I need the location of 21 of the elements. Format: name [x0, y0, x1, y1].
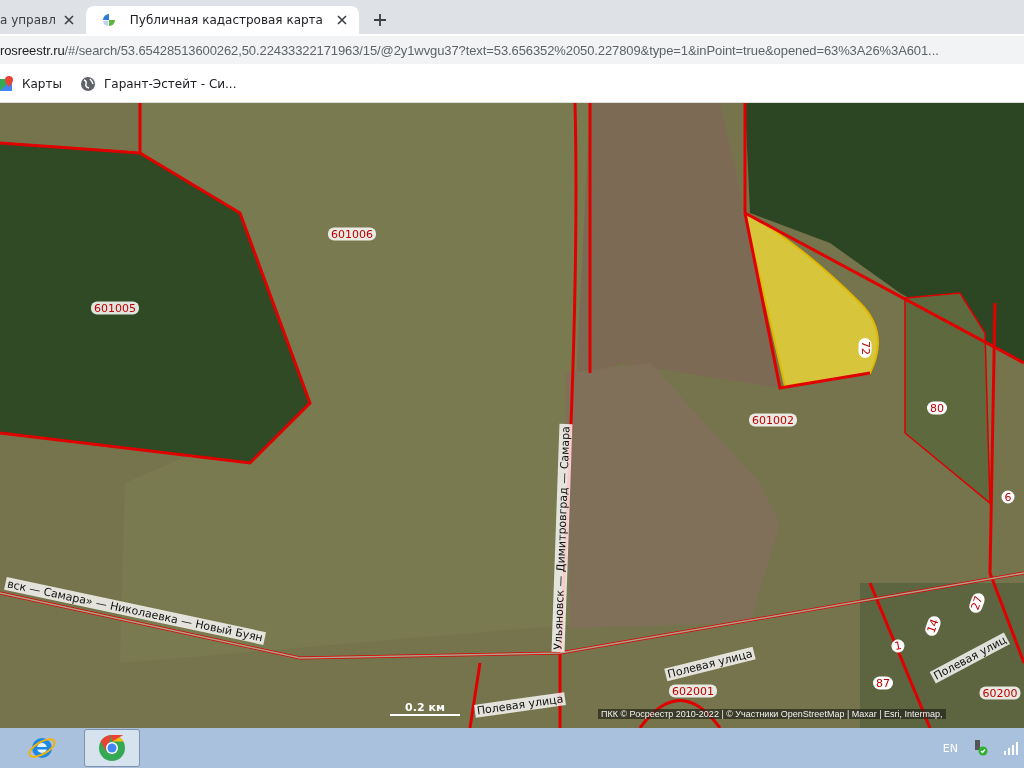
plus-icon[interactable] — [373, 14, 386, 26]
close-icon[interactable] — [63, 15, 74, 25]
block-number: 602001 — [669, 684, 717, 698]
bookmark-link[interactable]: Гарант-Эстейт - Си... — [79, 76, 237, 92]
favicon-icon — [101, 13, 116, 27]
scale-bar: 0.2 км — [390, 701, 460, 716]
browser-tab[interactable]: Публичная кадастровая карта — [85, 6, 359, 34]
taskbar-app-button[interactable] — [84, 729, 140, 767]
address-bar[interactable]: rosreestr.ru/#/search/53.65428513600262,50.22433322171963/15/@2y1wvgu37?text=53.656352%2050.227809&type=1&inPoint=true&opened=63%3A26%3A601... — [0, 36, 1024, 64]
globe-icon — [79, 76, 96, 92]
block-number: 60200 — [979, 686, 1021, 700]
map-attribution: ПКК © Росреестр 2010-2022 | © Участники OpenStreetMap | Maxar | Esri, Intermap, — [598, 709, 946, 719]
map-pin-icon — [0, 76, 14, 92]
close-icon[interactable] — [336, 15, 347, 25]
browser-tab[interactable]: а управл — [0, 6, 86, 34]
block-number: 601002 — [749, 413, 797, 427]
block-number: 601006 — [328, 227, 376, 241]
block-number: 601005 — [91, 301, 139, 315]
bookmark-link[interactable]: Карты — [0, 76, 62, 92]
network-icon[interactable] — [972, 740, 990, 756]
chrome-icon — [97, 733, 127, 763]
